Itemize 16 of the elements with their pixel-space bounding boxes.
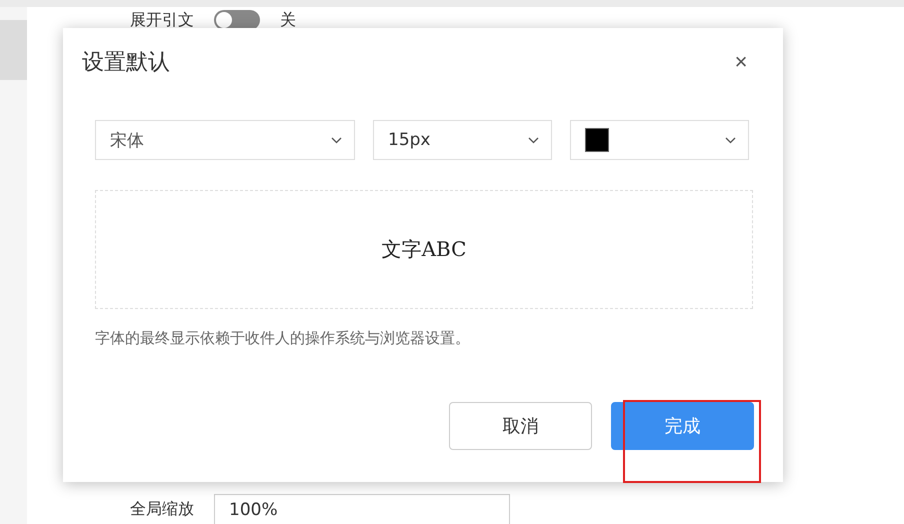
close-button[interactable]: ×	[731, 49, 751, 75]
preview-text: 文字ABC	[382, 236, 466, 263]
citation-label: 展开引文	[130, 10, 194, 30]
dialog-title: 设置默认	[82, 49, 170, 77]
chevron-icon	[725, 136, 736, 144]
zoom-label: 全局缩放	[130, 498, 194, 520]
font-note: 字体的最终显示依赖于收件人的操作系统与浏览器设置。	[95, 329, 471, 348]
toggle-switch[interactable]	[214, 10, 260, 30]
dropdown-select[interactable]: 15px	[373, 120, 552, 160]
color-select[interactable]	[570, 120, 749, 160]
dropdown-select[interactable]: 宋体	[95, 120, 355, 160]
cancel-button[interactable]: 取消	[449, 402, 592, 450]
toggle-state: 关	[280, 10, 296, 30]
chevron-icon	[528, 136, 539, 144]
zoom-select[interactable]: 100%	[214, 494, 510, 524]
chevron-icon	[331, 136, 342, 144]
